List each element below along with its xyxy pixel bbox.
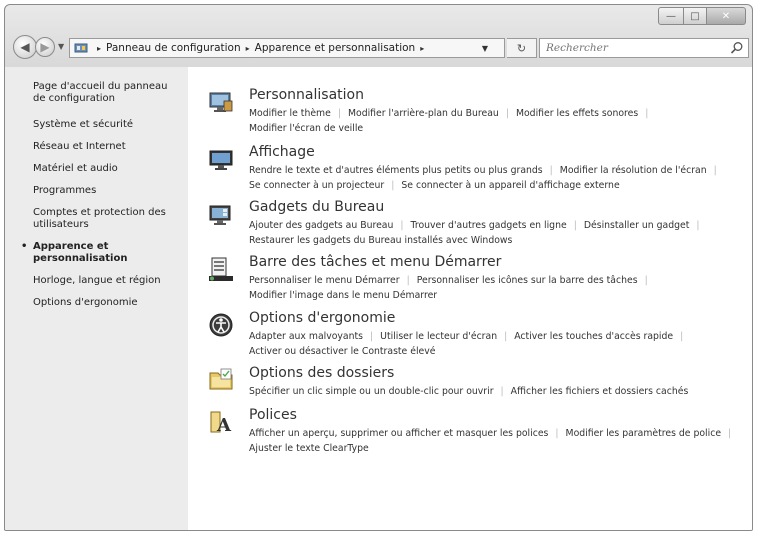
- main-content: Personnalisation Modifier le thème | Modif…: [188, 67, 752, 530]
- window-controls: — □ ✕: [658, 7, 746, 25]
- category-links: Personnaliser le menu Démarrer | Personnal…: [249, 275, 648, 301]
- link-find-gadgets-online[interactable]: Trouver d'autres gadgets en ligne: [411, 220, 567, 231]
- link-change-background[interactable]: Modifier l'arrière-plan du Bureau: [348, 108, 499, 119]
- forward-button[interactable]: ▶: [35, 37, 55, 57]
- category-links: Afficher un aperçu, supprimer ou affiche…: [249, 428, 732, 454]
- link-customize-taskbar-icons[interactable]: Personnaliser les icônes sur la barre de…: [417, 275, 638, 286]
- ease-of-access-icon: [209, 313, 233, 337]
- category-title[interactable]: Barre des tâches et menu Démarrer: [249, 254, 501, 270]
- link-customize-start-menu[interactable]: Personnaliser le menu Démarrer: [249, 275, 400, 286]
- link-change-sounds[interactable]: Modifier les effets sonores: [516, 108, 638, 119]
- chevron-down-icon: ▼: [58, 42, 65, 51]
- minimize-icon: —: [666, 10, 676, 22]
- link-uninstall-gadget[interactable]: Désinstaller un gadget: [584, 220, 690, 231]
- control-panel-window: — □ ✕ ◀ ▶ ▼ ▸ Panneau de configuration ▸: [4, 4, 753, 531]
- maximize-button[interactable]: □: [684, 7, 707, 25]
- link-single-double-click[interactable]: Spécifier un clic simple ou un double-cl…: [249, 386, 494, 397]
- category-title[interactable]: Polices: [249, 407, 297, 423]
- category-links: Ajouter des gadgets au Bureau | Trouver d'…: [249, 220, 700, 246]
- navigation-bar: ◀ ▶ ▼ ▸ Panneau de configuration ▸ Appar…: [5, 33, 752, 63]
- address-dropdown-icon[interactable]: ▼: [482, 44, 488, 53]
- breadcrumb-control-panel[interactable]: Panneau de configuration: [106, 42, 241, 54]
- search-input[interactable]: [540, 41, 718, 55]
- breadcrumb-appearance[interactable]: Apparence et personnalisation: [255, 42, 416, 54]
- search-icon[interactable]: [730, 41, 744, 55]
- close-icon: ✕: [721, 10, 731, 22]
- link-preview-delete-fonts[interactable]: Afficher un aperçu, supprimer ou affiche…: [249, 428, 548, 439]
- category-links: Adapter aux malvoyants | Utiliser le lecte…: [249, 331, 684, 357]
- link-connect-projector[interactable]: Se connecter à un projecteur: [249, 180, 384, 191]
- sidebar-item-appearance[interactable]: Apparence et personnalisation: [21, 241, 180, 265]
- sidebar-item-ease-of-access[interactable]: Options d'ergonomie: [33, 297, 180, 309]
- link-change-start-menu-picture[interactable]: Modifier l'image dans le menu Démarrer: [249, 290, 437, 301]
- link-restore-gadgets[interactable]: Restaurer les gadgets du Bureau installé…: [249, 235, 512, 246]
- link-add-gadgets[interactable]: Ajouter des gadgets au Bureau: [249, 220, 393, 231]
- folder-options-icon: [209, 368, 233, 390]
- address-bar[interactable]: ▸ Panneau de configuration ▸ Apparence e…: [69, 38, 505, 58]
- forward-arrow-icon: ▶: [40, 40, 50, 54]
- link-optimize-visual[interactable]: Adapter aux malvoyants: [249, 331, 363, 342]
- control-panel-icon: [74, 43, 88, 53]
- link-enable-shortcut-keys[interactable]: Activer les touches d'accès rapide: [514, 331, 673, 342]
- close-button[interactable]: ✕: [707, 7, 746, 25]
- link-change-screensaver[interactable]: Modifier l'écran de veille: [249, 123, 363, 134]
- display-icon: [209, 150, 233, 170]
- minimize-button[interactable]: —: [658, 7, 684, 25]
- sidebar-item-user-accounts[interactable]: Comptes et protection des utilisateurs: [33, 207, 180, 231]
- svg-text:A: A: [216, 415, 232, 435]
- back-button[interactable]: ◀: [13, 35, 37, 59]
- sidebar-item-hardware-audio[interactable]: Matériel et audio: [33, 163, 180, 175]
- personalization-icon: [209, 92, 233, 112]
- maximize-icon: □: [690, 10, 700, 22]
- category-title[interactable]: Options d'ergonomie: [249, 310, 395, 326]
- category-links: Modifier le thème | Modifier l'arrière-pla…: [249, 108, 649, 134]
- link-connect-external-display[interactable]: Se connecter à un appareil d'affichage e…: [401, 180, 619, 191]
- sidebar-item-network[interactable]: Réseau et Internet: [33, 141, 180, 153]
- link-text-size[interactable]: Rendre le texte et d'autres éléments plu…: [249, 165, 543, 176]
- link-change-font-settings[interactable]: Modifier les paramètres de police: [566, 428, 722, 439]
- link-show-hidden-files[interactable]: Afficher les fichiers et dossiers cachés: [511, 386, 689, 397]
- back-arrow-icon: ◀: [20, 40, 30, 54]
- link-screen-resolution[interactable]: Modifier la résolution de l'écran: [560, 165, 707, 176]
- fonts-icon: A: [210, 411, 232, 435]
- link-toggle-high-contrast[interactable]: Activer ou désactiver le Contraste élevé: [249, 346, 435, 357]
- sidebar-item-system-security[interactable]: Système et sécurité: [33, 119, 180, 131]
- link-use-screen-reader[interactable]: Utiliser le lecteur d'écran: [380, 331, 497, 342]
- taskbar-icon: [209, 257, 233, 281]
- sidebar: Page d'accueil du panneau de configurati…: [5, 67, 188, 530]
- category-links: Spécifier un clic simple ou un double-cl…: [249, 386, 689, 397]
- category-title[interactable]: Gadgets du Bureau: [249, 199, 384, 215]
- sidebar-item-programs[interactable]: Programmes: [33, 185, 180, 197]
- category-title[interactable]: Options des dossiers: [249, 365, 394, 381]
- link-change-theme[interactable]: Modifier le thème: [249, 108, 331, 119]
- category-title[interactable]: Affichage: [249, 144, 315, 160]
- recent-pages-dropdown[interactable]: ▼: [58, 42, 64, 51]
- breadcrumb-separator: ▸: [245, 43, 250, 53]
- sidebar-item-clock-region[interactable]: Horloge, langue et région: [33, 275, 180, 287]
- refresh-icon: ↻: [516, 41, 527, 55]
- link-adjust-cleartype[interactable]: Ajuster le texte ClearType: [249, 443, 369, 454]
- refresh-button[interactable]: ↻: [507, 38, 537, 58]
- breadcrumb-separator: ▸: [420, 43, 425, 53]
- category-title[interactable]: Personnalisation: [249, 87, 364, 103]
- category-links: Rendre le texte et d'autres éléments plu…: [249, 165, 717, 191]
- sidebar-item-home[interactable]: Page d'accueil du panneau de configurati…: [33, 81, 180, 105]
- breadcrumb-separator: ▸: [97, 43, 102, 53]
- search-box: [539, 38, 749, 58]
- desktop-gadgets-icon: [209, 205, 231, 225]
